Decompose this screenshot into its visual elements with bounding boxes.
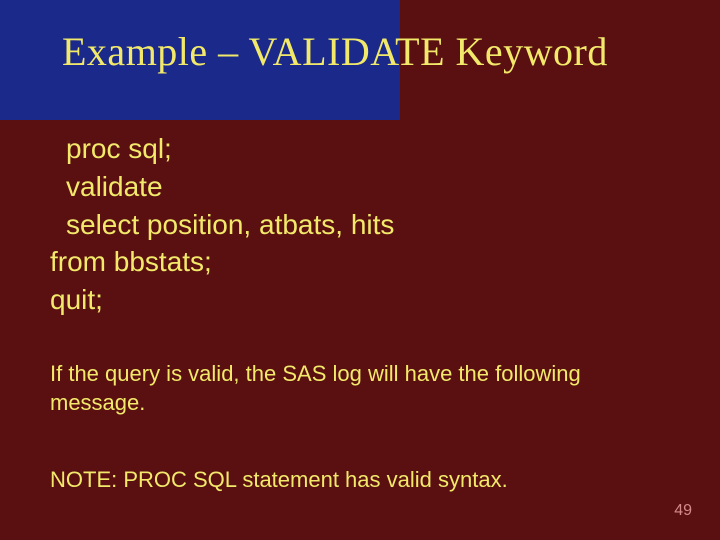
code-line-5: quit;	[50, 284, 103, 315]
code-line-1: proc sql;	[50, 130, 394, 168]
code-block: proc sql; validate select position, atba…	[50, 130, 394, 319]
slide-title: Example – VALIDATE Keyword	[62, 28, 608, 75]
note-text: NOTE: PROC SQL statement has valid synta…	[50, 466, 670, 495]
explanation-text: If the query is valid, the SAS log will …	[50, 360, 670, 417]
page-number: 49	[674, 502, 692, 520]
slide: Example – VALIDATE Keyword proc sql; val…	[0, 0, 720, 540]
code-line-2: validate	[50, 168, 394, 206]
code-line-3: select position, atbats, hits	[50, 206, 394, 244]
code-line-4: from bbstats;	[50, 246, 212, 277]
